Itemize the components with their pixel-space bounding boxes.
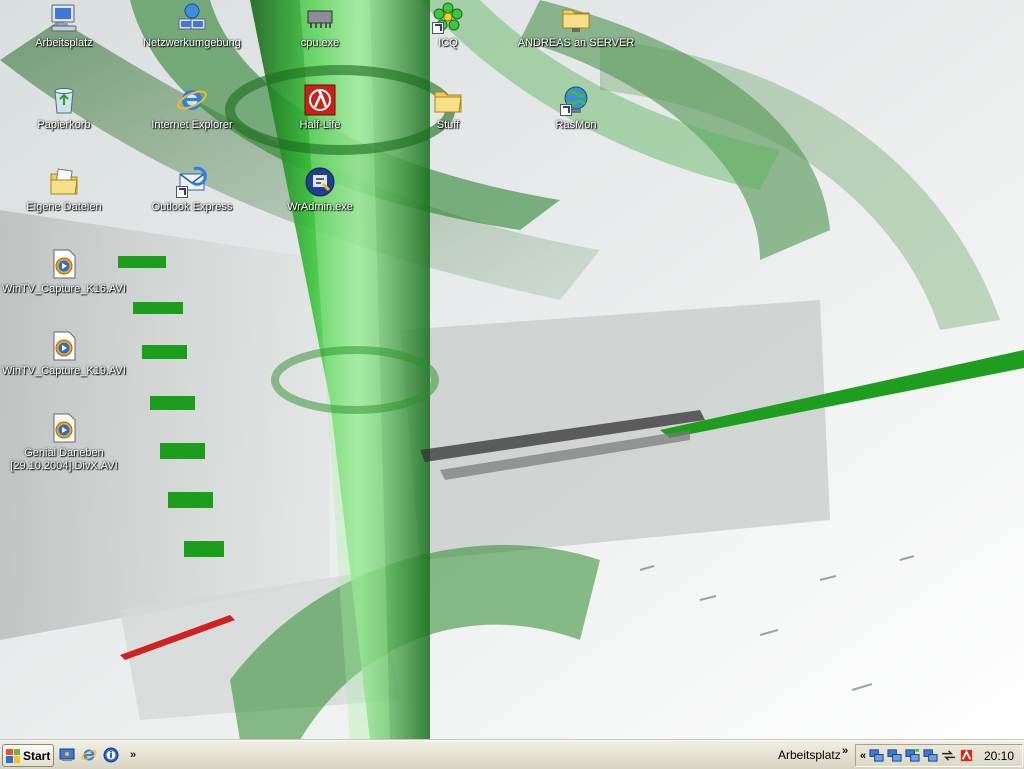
desktop-icon-wintv-capture-k19[interactable]: WinTV_Capture_K19.AVI [0,330,128,408]
desktop-icon-label: Internet Explorer [151,119,233,131]
cpu-chip-icon [304,2,336,34]
desktop: Arbeitsplatz Netzwerkumgebung cpu.exe IC… [0,0,1024,740]
tray-expand-chevron[interactable]: « [860,750,866,762]
desktop-icon-label: Half-Life [299,119,341,131]
network-places-icon [176,2,208,34]
media-file-icon [48,248,80,280]
desktop-icon-label: WrAdmin.exe [287,201,353,213]
desktop-icon-stuff[interactable]: Stuff [384,84,512,162]
desktop-icon-cpu-exe[interactable]: cpu.exe [256,2,384,80]
media-file-icon [48,330,80,362]
desktop-icon-outlook-express[interactable]: Outlook Express [128,166,256,244]
desktop-icon-label: Eigene Dateien [26,201,102,213]
desktop-icon-label: WinTV_Capture_K19.AVI [2,365,126,377]
desktop-icon-label: cpu.exe [300,37,340,49]
desktop-icon-label: Papierkorb [37,119,91,131]
network-icon[interactable] [922,748,938,764]
my-documents-icon [48,166,80,198]
outlook-express-icon [176,166,208,198]
shortcut-arrow-icon [176,186,188,198]
internet-explorer-icon [176,84,208,116]
folder-icon [432,84,464,116]
quick-launch-bar: » [58,746,136,764]
internet-explorer-icon[interactable] [80,746,98,764]
desktop-icon-label: ICQ [438,37,458,49]
desktop-icon-half-life[interactable]: Half-Life [256,84,384,162]
start-button[interactable]: Start [2,744,54,767]
network-activity-icon[interactable] [904,748,920,764]
desktop-icon-label: WinTV_Capture_K16.AVI [2,283,126,295]
taskbar: Start » Arbeitsplatz » « 20:10 [0,740,1024,769]
half-life-icon [304,84,336,116]
desktop-icon-label: RasMon [555,119,597,131]
clock[interactable]: 20:10 [984,749,1014,763]
desktop-icon-rasmon[interactable]: RasMon [512,84,640,162]
desktop-icon-internet-explorer[interactable]: Internet Explorer [128,84,256,162]
desktop-icon-genial-daneben[interactable]: Genial Daneben [29.10.2004].DivX.AVI [0,412,128,490]
desktop-icon-wintv-capture-k16[interactable]: WinTV_Capture_K16.AVI [0,248,128,326]
antivirus-icon[interactable] [958,748,974,764]
desktop-icon-andreas-an-server[interactable]: ANDREAS an SERVER [512,2,640,80]
network-icon[interactable] [868,748,884,764]
media-file-icon [48,412,80,444]
network-folder-icon [560,2,592,34]
icq-flower-icon [432,2,464,34]
show-desktop-icon[interactable] [58,746,76,764]
start-label: Start [23,748,51,763]
desktop-icon-netzwerkumgebung[interactable]: Netzwerkumgebung [128,2,256,80]
info-icon[interactable] [102,746,120,764]
desktop-icon-wradmin[interactable]: WrAdmin.exe [256,166,384,244]
shortcut-arrow-icon [560,104,572,116]
shortcut-arrow-icon [432,22,444,34]
rasmon-globe-icon [560,84,592,116]
desktop-icon-papierkorb[interactable]: Papierkorb [0,84,128,162]
toolbar-more-chevron[interactable]: » [842,745,848,757]
desktop-icon-label: Outlook Express [151,201,233,213]
quick-launch-more-chevron[interactable]: » [130,749,136,761]
network-icon[interactable] [886,748,902,764]
desktop-icon-label: Stuff [436,119,460,131]
windows-flag-icon [6,748,20,763]
desktop-icon-label: Arbeitsplatz [35,37,93,49]
system-tray: « 20:10 [855,744,1023,767]
wradmin-icon [304,166,336,198]
desktop-icon-eigene-dateien[interactable]: Eigene Dateien [0,166,128,244]
desktop-icon-icq[interactable]: ICQ [384,2,512,80]
my-computer-icon [48,2,80,34]
connection-arrows-icon[interactable] [940,748,956,764]
address-toolbar-label[interactable]: Arbeitsplatz [778,748,841,762]
desktop-icon-arbeitsplatz[interactable]: Arbeitsplatz [0,2,128,80]
desktop-icon-label: Netzwerkumgebung [143,37,241,49]
desktop-icon-label: ANDREAS an SERVER [517,37,635,49]
desktop-icon-label: Genial Daneben [29.10.2004].DivX.AVI [10,447,118,472]
recycle-bin-icon [48,84,80,116]
